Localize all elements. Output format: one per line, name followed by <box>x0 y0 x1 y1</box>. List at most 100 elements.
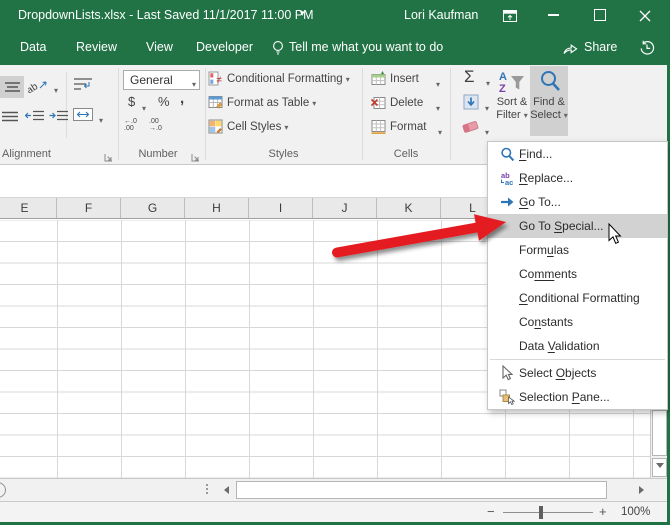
svg-text:≠: ≠ <box>216 75 222 86</box>
clear-caret-icon[interactable] <box>482 122 489 140</box>
menu-item-data-validation[interactable]: Data Validation <box>488 334 667 358</box>
tab-review[interactable]: Review <box>76 30 117 65</box>
clear-icon[interactable] <box>462 120 480 139</box>
format-button[interactable]: Format <box>390 121 426 133</box>
currency-caret-icon[interactable] <box>139 98 146 116</box>
zoom-out-icon[interactable]: − <box>487 504 495 519</box>
autosum-caret-icon[interactable] <box>483 73 490 91</box>
menu-item-label: Select Objects <box>519 366 597 380</box>
sort-filter-button[interactable]: AZ Sort & Filter <box>492 66 532 136</box>
menu-item-label: Comments <box>519 267 578 281</box>
insert-cells-icon <box>371 71 386 91</box>
scroll-down-icon <box>655 463 664 472</box>
comma-format-button[interactable]: , <box>180 90 184 107</box>
column-header-k[interactable]: K <box>377 198 441 218</box>
menu-item-comments[interactable]: Comments <box>488 262 667 286</box>
scroll-left-icon[interactable] <box>220 486 229 494</box>
merge-center-caret-icon[interactable] <box>96 110 103 128</box>
tab-data[interactable]: Data <box>20 30 46 65</box>
menu-item-label: Replace... <box>519 171 574 185</box>
decrease-indent-icon[interactable] <box>24 109 44 127</box>
delete-caret-icon[interactable] <box>433 98 440 116</box>
autosum-icon[interactable]: Σ <box>464 67 475 87</box>
wrap-text-icon[interactable] <box>73 77 93 97</box>
increase-decimal-button[interactable]: ←.0 .00 <box>124 118 137 132</box>
menu-separator <box>490 359 665 360</box>
align-bottom-icon[interactable] <box>2 109 18 127</box>
increase-indent-icon[interactable] <box>49 109 68 127</box>
align-center-button[interactable] <box>0 76 24 98</box>
format-as-table-button[interactable]: Format as Table <box>227 97 316 109</box>
menu-item-label: Go To Special... <box>519 219 604 233</box>
ribbon-display-options-icon[interactable] <box>503 9 517 27</box>
vertical-scroll-thumb[interactable] <box>652 410 667 456</box>
column-header-h[interactable]: H <box>185 198 249 218</box>
window-bottom-border <box>0 522 670 525</box>
menu-item-go-to[interactable]: Go To... <box>488 190 667 214</box>
cell-styles-button[interactable]: Cell Styles <box>227 121 288 133</box>
minimize-icon[interactable] <box>548 14 559 16</box>
share-button[interactable]: Share <box>584 30 617 65</box>
scrollbar-splitter-handle[interactable] <box>206 484 208 486</box>
zoom-slider-track[interactable] <box>503 512 593 513</box>
tab-view[interactable]: View <box>146 30 173 65</box>
orientation-caret-icon[interactable] <box>51 80 58 98</box>
column-header-j[interactable]: J <box>313 198 377 218</box>
close-icon[interactable] <box>639 9 651 27</box>
find-select-button[interactable]: Find & Select <box>530 66 568 136</box>
menu-item-selection-pane[interactable]: Selection Pane... <box>488 385 667 409</box>
menu-item-label: Formulas <box>519 243 570 257</box>
zoom-slider-thumb[interactable] <box>539 506 543 519</box>
horizontal-scrollbar-row <box>0 478 670 501</box>
column-header-i[interactable]: I <box>249 198 313 218</box>
scroll-down-button[interactable] <box>652 458 667 477</box>
title-dropdown-caret-icon[interactable]: ▾ <box>300 8 305 19</box>
menu-item-conditional-formatting[interactable]: Conditional Formatting <box>488 286 667 310</box>
fill-caret-icon[interactable] <box>482 98 489 116</box>
menu-item-constants[interactable]: Constants <box>488 310 667 334</box>
document-title: DropdownLists.xlsx - Last Saved 11/1/201… <box>18 8 314 22</box>
number-dialog-launcher-icon[interactable] <box>191 149 200 167</box>
maximize-icon[interactable] <box>594 9 606 21</box>
orientation-icon[interactable]: ab <box>25 78 48 98</box>
insert-caret-icon[interactable] <box>433 74 440 92</box>
group-separator <box>362 68 363 160</box>
format-caret-icon[interactable] <box>435 122 442 140</box>
share-icon <box>562 41 579 60</box>
currency-format-button[interactable]: $ <box>128 94 135 109</box>
percent-format-button[interactable]: % <box>158 94 170 109</box>
zoom-level[interactable]: 100% <box>621 506 650 518</box>
delete-button[interactable]: Delete <box>390 97 423 109</box>
go-to-icon <box>495 196 519 208</box>
tell-me-box[interactable]: Tell me what you want to do <box>289 30 443 65</box>
conditional-formatting-button[interactable]: Conditional Formatting <box>227 73 350 85</box>
tab-developer[interactable]: Developer <box>196 30 253 65</box>
column-header-f[interactable]: F <box>57 198 121 218</box>
styles-group-label: Styles <box>268 148 299 160</box>
number-format-caret-icon[interactable] <box>189 74 196 92</box>
menu-item-go-to-special[interactable]: Go To Special... <box>488 214 667 238</box>
menu-item-label: Constants <box>519 315 574 329</box>
column-header-e[interactable]: E <box>0 198 57 218</box>
merge-center-icon[interactable] <box>73 108 93 126</box>
insert-button[interactable]: Insert <box>390 73 419 85</box>
scroll-right-icon[interactable] <box>639 486 648 494</box>
menu-item-select-objects[interactable]: Select Objects <box>488 361 667 385</box>
menu-item-formulas[interactable]: Formulas <box>488 238 667 262</box>
decrease-decimal-button[interactable]: .00 →.0 <box>149 118 162 132</box>
find-select-menu: Find... ab ac Replace... Go To... Go To S… <box>487 141 668 410</box>
new-sheet-button-partial[interactable] <box>0 482 6 498</box>
vertical-scrollbar <box>650 410 667 478</box>
menu-item-label: Data Validation <box>519 339 600 353</box>
horizontal-scroll-thumb[interactable] <box>236 481 607 499</box>
column-header-g[interactable]: G <box>121 198 185 218</box>
menu-item-replace[interactable]: ab ac Replace... <box>488 166 667 190</box>
fill-icon[interactable] <box>463 94 479 115</box>
alignment-dialog-launcher-icon[interactable] <box>104 149 113 167</box>
replace-icon: ab ac <box>495 171 519 186</box>
zoom-in-icon[interactable]: + <box>599 504 607 519</box>
cells-group-label: Cells <box>393 148 419 160</box>
menu-item-find[interactable]: Find... <box>488 142 667 166</box>
format-cells-icon <box>371 119 386 139</box>
history-icon[interactable] <box>639 40 655 61</box>
